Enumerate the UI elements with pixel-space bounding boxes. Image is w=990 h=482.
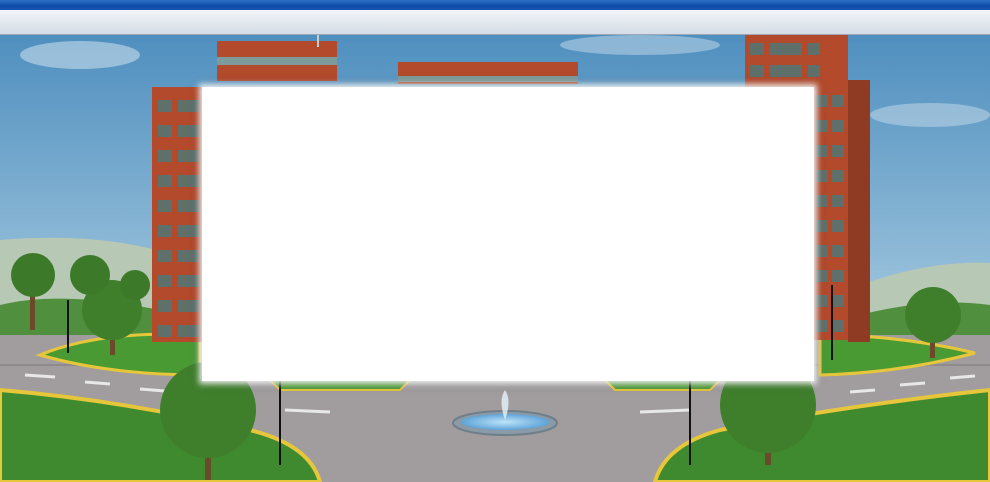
window-titlebar — [0, 0, 990, 10]
content-panel — [202, 87, 814, 381]
toolbar — [0, 10, 990, 35]
